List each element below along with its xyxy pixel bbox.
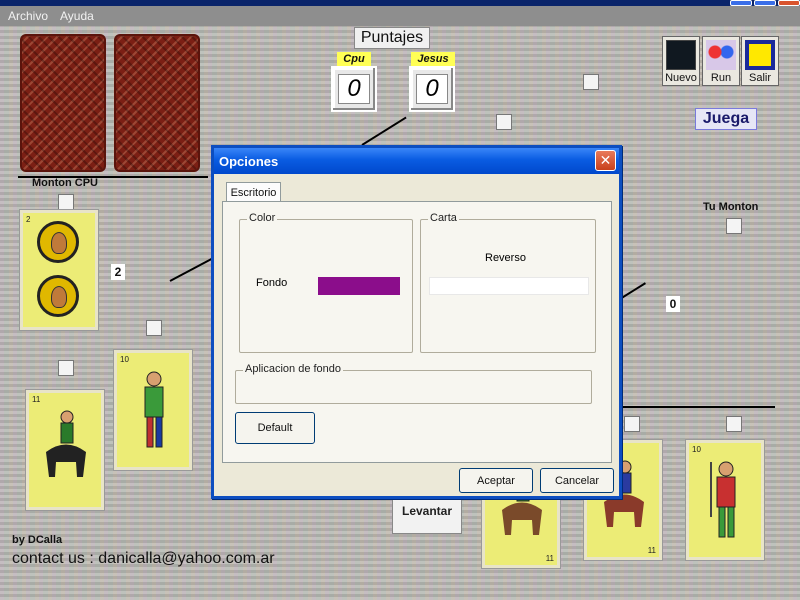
- salir-button[interactable]: Salir: [741, 36, 779, 86]
- aplicacion-group: Aplicacion de fondo: [235, 363, 592, 404]
- card-number: 2: [26, 215, 31, 224]
- cpu-score-box: 0: [331, 66, 377, 112]
- page-figure-icon: [144, 371, 164, 448]
- playing-card-sota[interactable]: 10: [114, 350, 192, 470]
- card-number: 11: [32, 395, 41, 404]
- salir-label: Salir: [748, 72, 771, 84]
- menu-ayuda[interactable]: Ayuda: [60, 9, 94, 23]
- nuevo-button[interactable]: Nuevo: [662, 36, 700, 86]
- exit-icon: [745, 40, 775, 70]
- run-button[interactable]: Run: [702, 36, 740, 86]
- cpu-score-value: 0: [338, 74, 370, 104]
- player-score-value: 0: [416, 74, 448, 104]
- table-slot[interactable]: [726, 416, 742, 432]
- table-slot[interactable]: [624, 416, 640, 432]
- contact-text: contact us : danicalla@yahoo.com.ar: [12, 550, 275, 567]
- options-dialog: Opciones ✕ Escritorio Color Fondo Carta …: [211, 145, 622, 499]
- tu-monton-label: Tu Monton: [703, 201, 759, 213]
- table-slot[interactable]: [583, 74, 599, 90]
- menu-archivo[interactable]: Archivo: [8, 9, 48, 23]
- playing-card-sota[interactable]: 10: [686, 440, 764, 560]
- cpu-score-name: Cpu: [337, 52, 371, 66]
- color-group-label: Color: [247, 212, 278, 224]
- table-slot[interactable]: [58, 360, 74, 376]
- playing-card-caballo[interactable]: 11: [26, 390, 104, 510]
- nuevo-label: Nuevo: [665, 72, 697, 84]
- table-slot[interactable]: [726, 218, 742, 234]
- puntajes-title: Puntajes: [354, 27, 430, 49]
- dialog-title-bar: Opciones: [214, 148, 619, 174]
- default-button[interactable]: Default: [235, 412, 315, 444]
- horse-rider-icon: [46, 410, 86, 477]
- escritorio-panel: Color Fondo Carta Reverso Aplicacion de …: [222, 201, 612, 463]
- card-number: 11: [647, 546, 656, 555]
- close-icon: ✕: [599, 152, 612, 168]
- player-score-box: 0: [409, 66, 455, 112]
- run-label: Run: [710, 72, 732, 84]
- card-number: 11: [545, 554, 554, 563]
- carta-group-label: Carta: [428, 212, 459, 224]
- tab-escritorio[interactable]: Escritorio: [226, 182, 281, 202]
- coin-icon: [37, 221, 79, 263]
- dialog-title: Opciones: [219, 153, 279, 169]
- reverso-field[interactable]: [429, 277, 589, 295]
- playing-card-oros[interactable]: 2: [20, 210, 98, 330]
- card-number: 10: [120, 355, 129, 364]
- new-game-icon: [666, 40, 696, 70]
- dialog-close-button[interactable]: ✕: [595, 150, 616, 171]
- player-score-name: Jesus: [411, 52, 455, 66]
- player-pile-line: [620, 406, 775, 408]
- juega-label: Juega: [695, 108, 757, 130]
- accept-button[interactable]: Aceptar: [459, 468, 533, 493]
- author-credit: by DCalla: [12, 534, 63, 546]
- table-slot[interactable]: [58, 194, 74, 210]
- monton-cpu-label: Monton CPU: [32, 177, 98, 189]
- cpu-card-back[interactable]: [114, 34, 200, 172]
- color-group: Color Fondo: [239, 212, 413, 353]
- cpu-card-back[interactable]: [20, 34, 106, 172]
- coin-icon: [37, 275, 79, 317]
- carta-group: Carta Reverso: [420, 212, 596, 353]
- table-slot[interactable]: [496, 114, 512, 130]
- aplicacion-group-label: Aplicacion de fondo: [243, 363, 344, 375]
- menubar: Archivo Ayuda: [0, 6, 800, 26]
- card-number: 10: [692, 445, 701, 454]
- cancel-button[interactable]: Cancelar: [540, 468, 614, 493]
- page-figure-icon: [710, 461, 736, 538]
- player-pile-count: 0: [666, 296, 680, 312]
- fondo-color-swatch[interactable]: [318, 277, 400, 295]
- fondo-label: Fondo: [256, 277, 288, 289]
- table-slot[interactable]: [146, 320, 162, 336]
- reverso-label: Reverso: [485, 252, 526, 264]
- cpu-pile-count: 2: [111, 264, 125, 280]
- run-icon: [706, 40, 736, 70]
